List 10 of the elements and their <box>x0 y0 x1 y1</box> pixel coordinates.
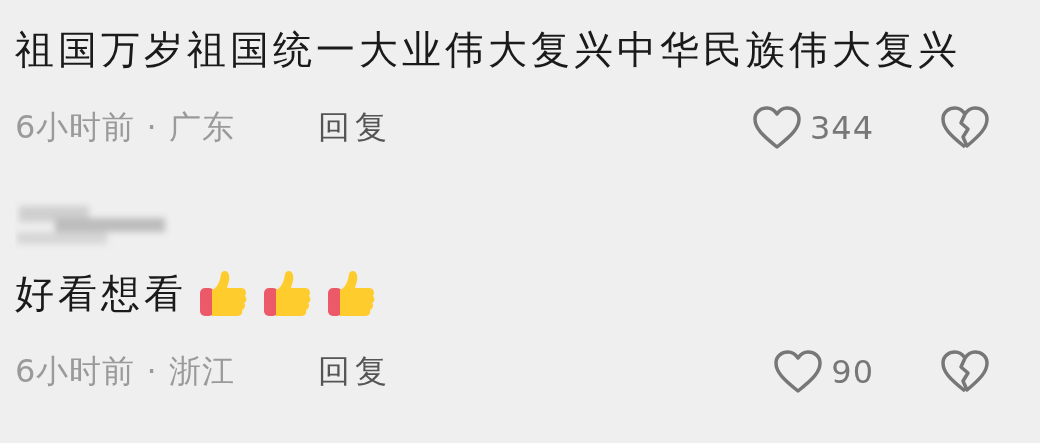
reply-link[interactable]: 回复 <box>318 350 392 394</box>
comment-meta: 6小时前 · 浙江 <box>15 352 235 390</box>
like-count: 90 <box>831 353 874 391</box>
reply-link[interactable]: 回复 <box>318 106 392 150</box>
heart-icon[interactable] <box>773 349 824 395</box>
comment-meta: 6小时前 · 广东 <box>15 108 235 146</box>
heart-icon[interactable] <box>751 105 802 151</box>
comment-text: 祖国万岁祖国统一大业伟大复兴中华民族伟大复兴 <box>15 26 961 74</box>
like-count: 344 <box>809 109 874 147</box>
comment-text: 好看想看 <box>15 270 187 318</box>
